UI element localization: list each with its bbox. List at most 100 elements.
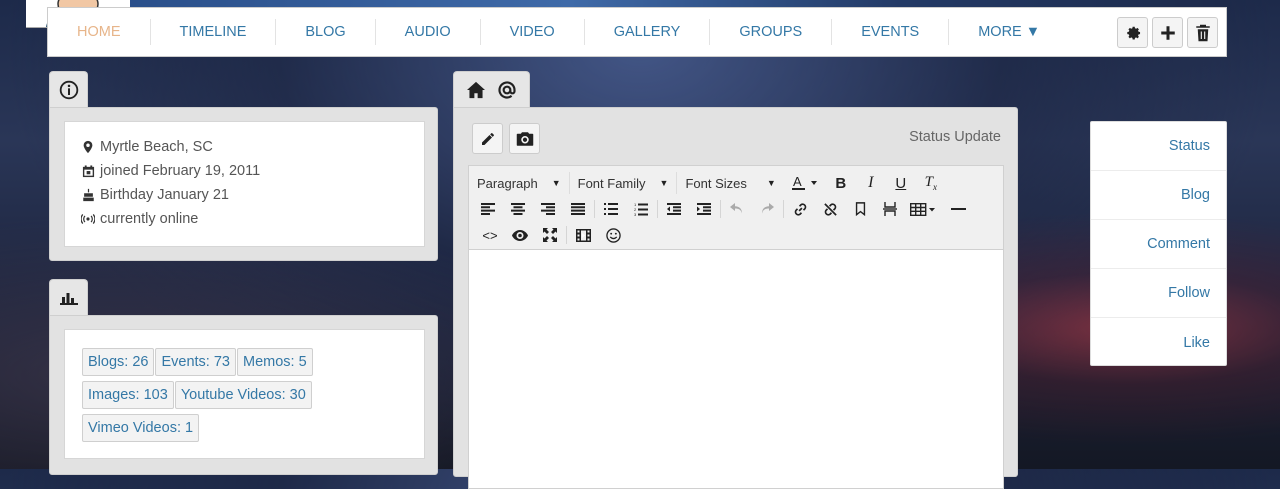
bold-button[interactable]: B [826, 171, 856, 195]
toolbar-divider [566, 226, 567, 244]
nav-item-home[interactable]: HOME [48, 19, 151, 45]
nav-item-groups[interactable]: GROUPS [710, 19, 833, 45]
align-left-button[interactable] [473, 197, 503, 221]
font-family-label: Font Family [577, 175, 646, 191]
page-break-button[interactable] [875, 197, 905, 221]
align-center-icon [511, 203, 525, 215]
birthday-text: Birthday January 21 [100, 187, 229, 203]
clear-format-icon: Tx [924, 174, 937, 192]
photo-button[interactable] [509, 123, 540, 154]
stat-badge[interactable]: Images: 103 [82, 381, 174, 409]
page-break-icon [883, 202, 897, 216]
at-sign-icon [498, 81, 516, 99]
menu-item-status[interactable]: Status [1091, 122, 1226, 171]
editor-tabs [453, 71, 530, 108]
add-button[interactable] [1152, 17, 1183, 48]
font-family-dropdown[interactable]: Font Family ▼ [570, 172, 678, 194]
source-code-button[interactable]: <> [475, 223, 505, 247]
stats-panel: Blogs: 26 Events: 73 Memos: 5 Images: 103 Yo… [49, 315, 438, 475]
align-justify-icon [571, 203, 585, 215]
stat-badge[interactable]: Events: 73 [155, 348, 236, 376]
stat-badge[interactable]: Youtube Videos: 30 [174, 381, 312, 409]
emoticons-button[interactable] [598, 223, 628, 247]
fullscreen-button[interactable] [535, 223, 565, 247]
eye-icon [512, 229, 528, 241]
online-line: currently online [81, 207, 408, 231]
menu-item-follow[interactable]: Follow [1091, 269, 1226, 318]
insert-link-button[interactable] [785, 197, 815, 221]
underline-button[interactable]: U [886, 171, 916, 195]
nav-item-events[interactable]: EVENTS [832, 19, 950, 45]
indent-icon [697, 203, 711, 215]
pencil-icon [481, 132, 494, 145]
italic-button[interactable]: I [856, 171, 886, 195]
align-left-icon [481, 203, 495, 215]
nav-item-gallery[interactable]: GALLERY [585, 19, 711, 45]
calendar-icon [81, 164, 95, 178]
svg-text:A: A [793, 174, 802, 189]
undo-icon [730, 203, 742, 214]
code-icon: <> [482, 227, 498, 243]
delete-button[interactable] [1187, 17, 1218, 48]
table-icon [910, 202, 935, 216]
unlink-icon [823, 202, 837, 216]
status-editor-area[interactable] [468, 249, 1004, 489]
numbered-list-button[interactable]: 123 [626, 197, 656, 221]
align-right-button[interactable] [533, 197, 563, 221]
menu-item-comment[interactable]: Comment [1091, 220, 1226, 269]
stat-badge[interactable]: Memos: 5 [236, 348, 313, 376]
toolbar-divider [657, 200, 658, 218]
cake-icon [81, 188, 95, 202]
bookmark-button[interactable] [845, 197, 875, 221]
nav-item-timeline[interactable]: TIMELINE [151, 19, 277, 45]
text-color-icon: A [791, 174, 817, 190]
toolbar-divider [720, 200, 721, 218]
nav-item-video[interactable]: VIDEO [481, 19, 585, 45]
align-justify-button[interactable] [563, 197, 593, 221]
write-button[interactable] [472, 123, 503, 154]
nav-item-blog[interactable]: BLOG [276, 19, 376, 45]
bookmark-icon [855, 202, 865, 216]
stat-badge[interactable]: Blogs: 26 [82, 348, 155, 376]
outdent-button[interactable] [659, 197, 689, 221]
outdent-icon [667, 203, 681, 215]
remove-link-button[interactable] [815, 197, 845, 221]
clear-format-button[interactable]: Tx [916, 171, 946, 195]
bullet-list-button[interactable] [596, 197, 626, 221]
align-center-button[interactable] [503, 197, 533, 221]
insert-media-button[interactable] [568, 223, 598, 247]
undo-button[interactable] [722, 197, 752, 221]
horizontal-rule-button[interactable] [943, 197, 973, 221]
online-text: currently online [100, 211, 199, 227]
info-tab[interactable] [49, 71, 88, 108]
info-circle-icon [59, 80, 78, 100]
trash-icon [1195, 24, 1210, 41]
nav-item-audio[interactable]: AUDIO [376, 19, 481, 45]
menu-item-blog[interactable]: Blog [1091, 171, 1226, 220]
editor-toolbar: Paragraph ▼ Font Family ▼ Font Sizes ▼ A B … [468, 165, 1004, 249]
nav-item-more[interactable]: MORE ▼ [949, 19, 1069, 45]
broadcast-icon [81, 212, 95, 226]
editor-panel: Status Update Paragraph ▼ Font Family ▼ Fo… [453, 107, 1018, 489]
tab-home[interactable] [466, 81, 486, 99]
bold-icon: B [835, 174, 847, 192]
joined-text: joined February 19, 2011 [100, 163, 261, 179]
location-line: Myrtle Beach, SC [81, 135, 408, 159]
table-button[interactable] [905, 197, 943, 221]
underline-icon: U [895, 174, 907, 192]
italic-icon: I [868, 174, 874, 191]
tab-mentions[interactable] [497, 80, 517, 100]
text-color-button[interactable]: A [784, 171, 826, 195]
paragraph-dropdown[interactable]: Paragraph ▼ [469, 172, 570, 194]
toolbar-divider [594, 200, 595, 218]
settings-button[interactable] [1117, 17, 1148, 48]
stats-tab[interactable] [49, 279, 88, 316]
redo-button[interactable] [752, 197, 782, 221]
bar-chart-icon [59, 293, 78, 305]
menu-item-like[interactable]: Like [1091, 318, 1226, 367]
home-icon [466, 81, 485, 99]
preview-button[interactable] [505, 223, 535, 247]
indent-button[interactable] [689, 197, 719, 221]
font-sizes-dropdown[interactable]: Font Sizes ▼ [677, 172, 783, 194]
stat-badge[interactable]: Vimeo Videos: 1 [82, 414, 200, 442]
